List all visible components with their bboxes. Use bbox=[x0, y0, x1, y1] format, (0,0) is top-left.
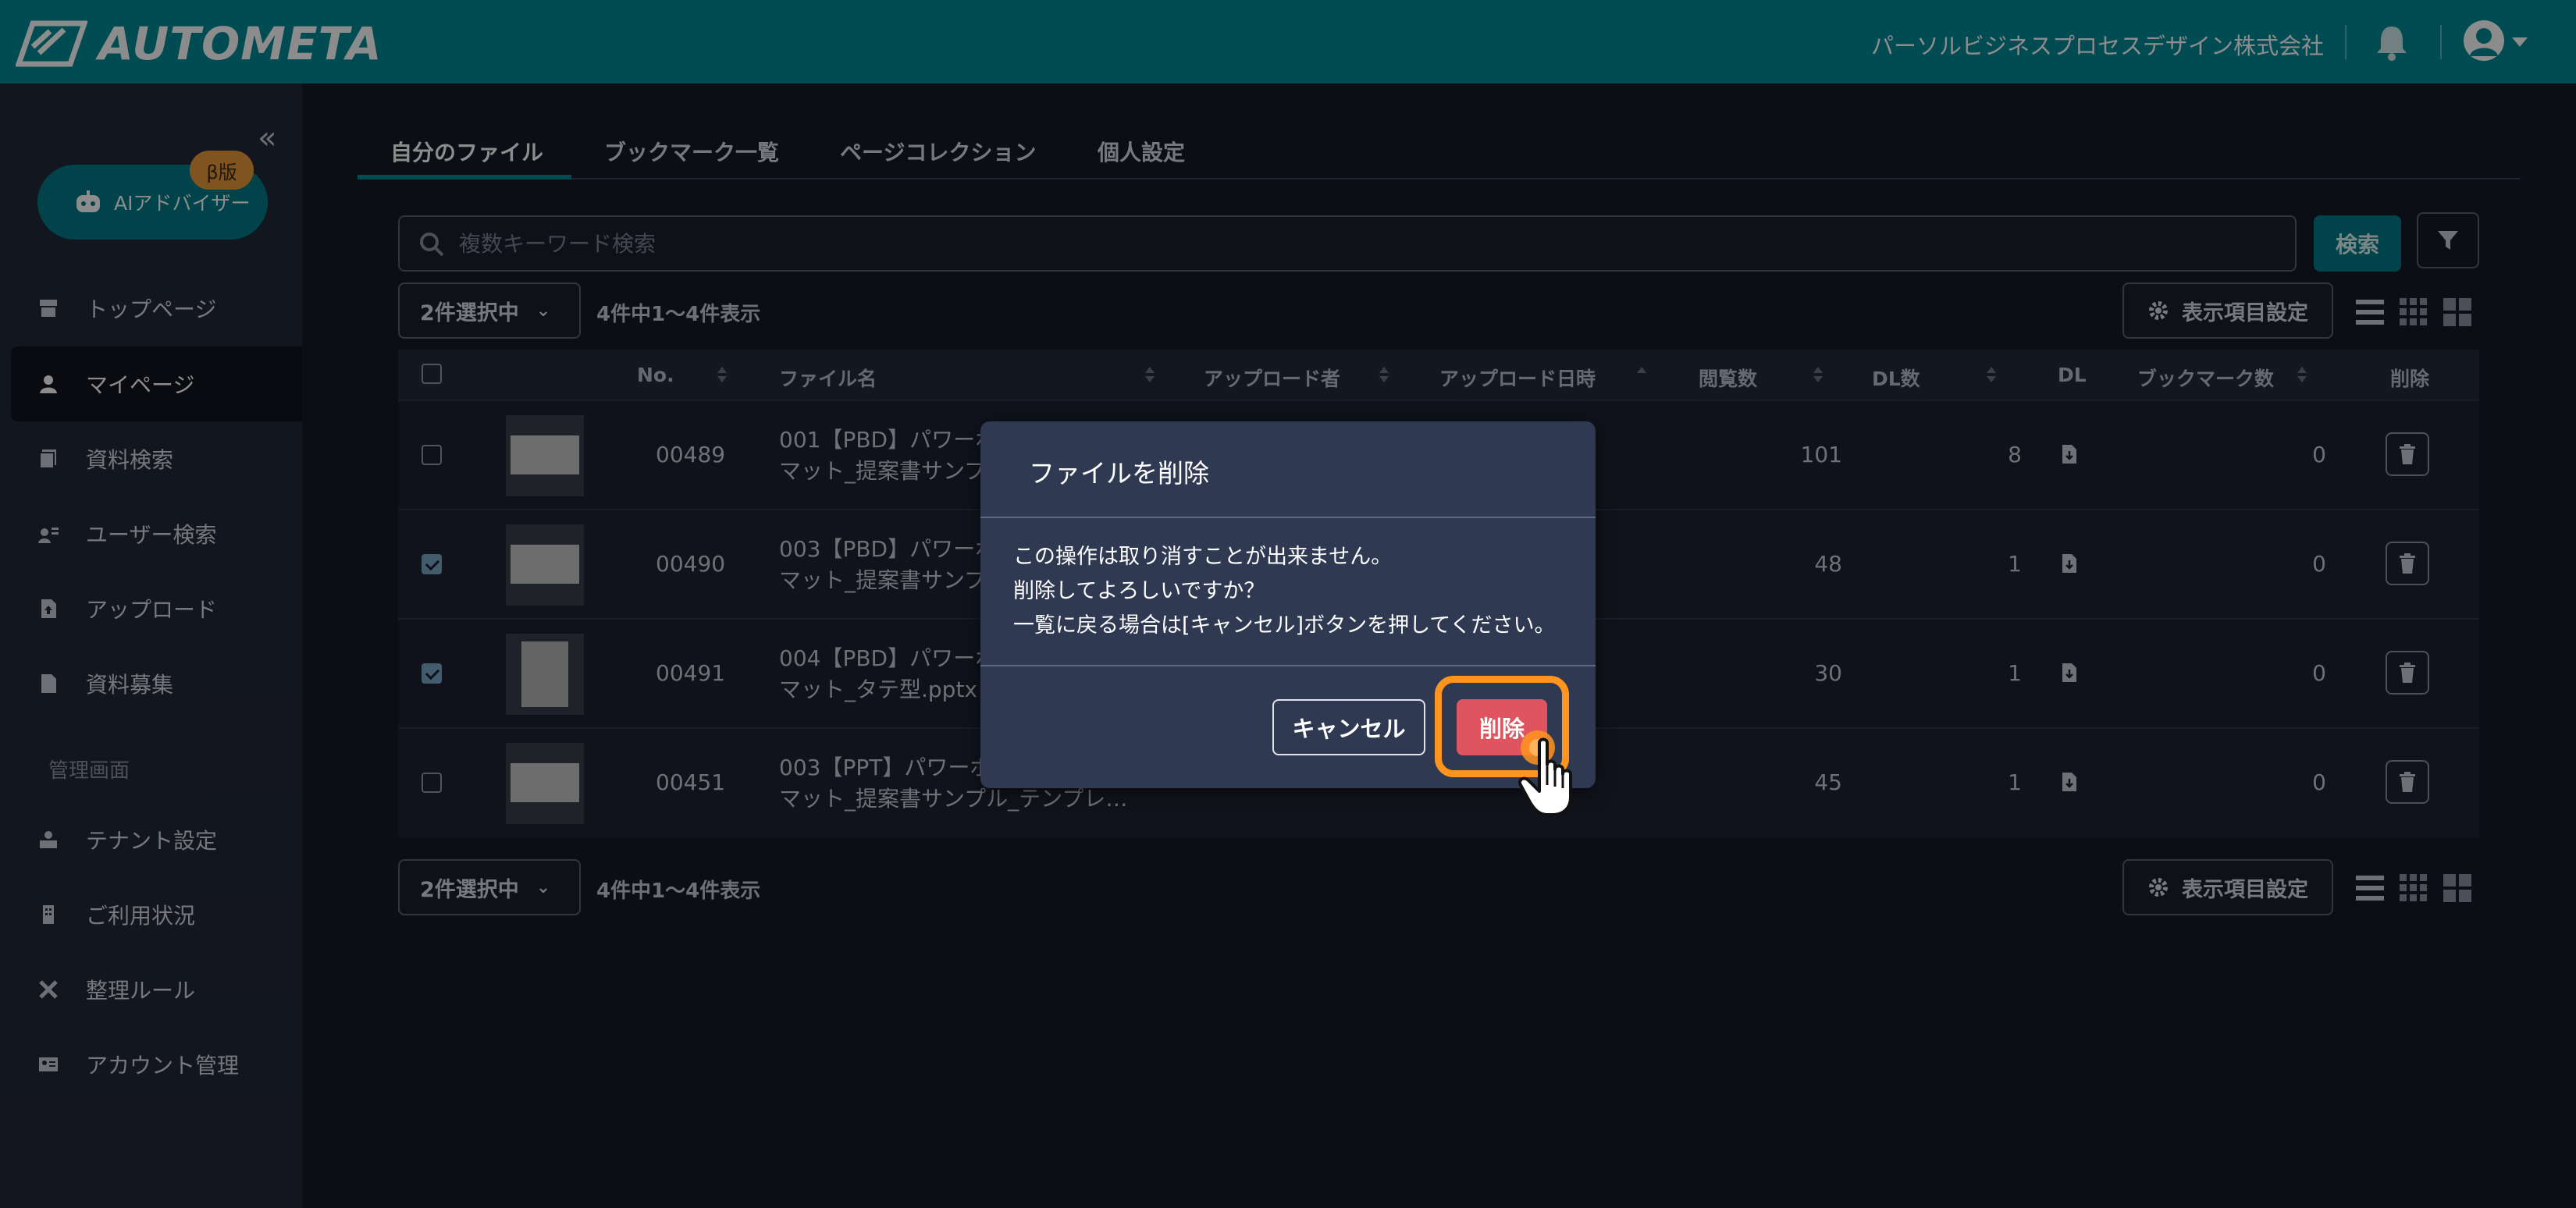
dialog-message-line: 一覧に戻る場合は[キャンセル]ボタンを押してください。 bbox=[1013, 613, 1556, 638]
dialog-title: ファイルを削除 bbox=[1029, 458, 1209, 489]
pointer-hand-icon bbox=[1518, 730, 1572, 816]
dialog-message: この操作は取り消すことが出来ません。 削除してよろしいですか？ 一覧に戻る場合は… bbox=[1013, 540, 1555, 643]
dialog-divider bbox=[980, 517, 1596, 518]
dialog-divider bbox=[980, 665, 1596, 666]
cancel-button[interactable]: キャンセル bbox=[1272, 699, 1425, 755]
dialog-message-line: この操作は取り消すことが出来ません。 bbox=[1013, 545, 1393, 569]
dialog-message-line: 削除してよろしいですか？ bbox=[1013, 579, 1265, 603]
